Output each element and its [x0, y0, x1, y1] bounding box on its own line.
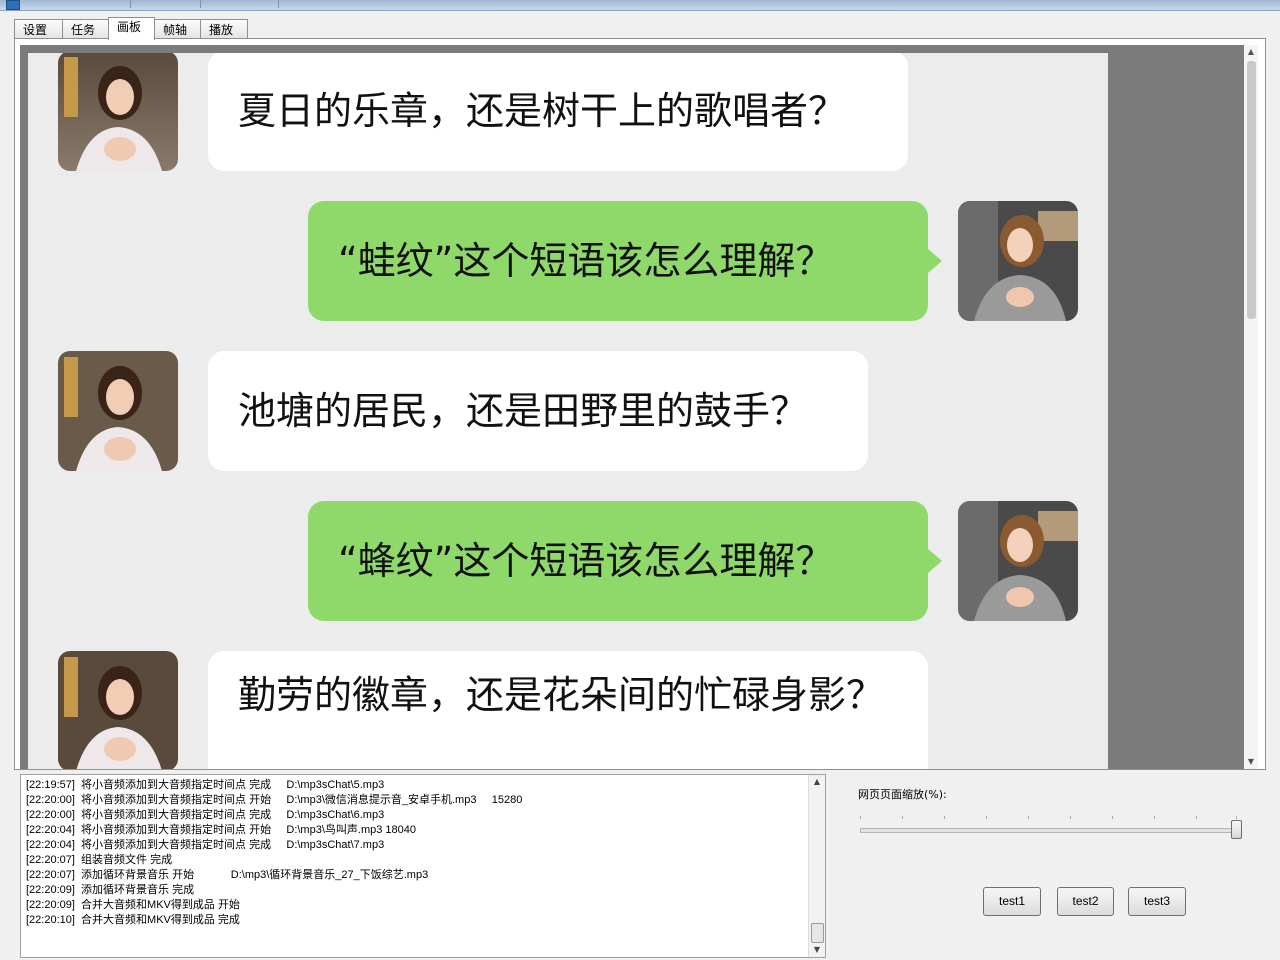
log-line: [22:20:09] 添加循环背景音乐 完成 — [26, 884, 195, 896]
message-bubble: 池塘的居民，还是田野里的鼓手？ — [208, 351, 868, 471]
slider-tick — [1236, 816, 1237, 819]
scrollbar-thumb[interactable] — [811, 923, 824, 943]
test1-button[interactable]: test1 — [983, 887, 1041, 916]
girl-gray-top-avatar — [958, 201, 1078, 321]
titlebar-divider — [278, 0, 279, 8]
web-preview: 夏日的乐章，还是树干上的歌唱者？ “蛙纹”这个短语该怎么理解？ 池塘的居民，还是… — [20, 45, 1244, 769]
slider-handle[interactable] — [1231, 820, 1242, 839]
scroll-down-arrow-icon[interactable]: ▼ — [809, 943, 825, 957]
scrollbar-thumb[interactable] — [1247, 61, 1256, 319]
scroll-down-arrow-icon[interactable]: ▼ — [1244, 755, 1258, 769]
slider-track — [860, 828, 1240, 833]
chat-canvas: 夏日的乐章，还是树干上的歌唱者？ “蛙纹”这个短语该怎么理解？ 池塘的居民，还是… — [28, 53, 1108, 769]
scroll-up-arrow-icon[interactable]: ▲ — [1244, 45, 1258, 59]
log-line: [22:20:07] 添加循环背景音乐 开始 D:\mp3\循环背景音乐_27_… — [26, 869, 429, 881]
slider-tick — [902, 816, 903, 819]
log-scrollbar[interactable]: ▲ ▼ — [808, 775, 825, 957]
slider-tick — [944, 816, 945, 819]
slider-tick — [1196, 816, 1197, 819]
zoom-slider[interactable] — [858, 814, 1242, 844]
log-line: [22:19:57] 将小音频添加到大音频指定时间点 完成 D:\mp3sCha… — [26, 779, 385, 791]
message-text: “蛙纹”这个短语该怎么理解？ — [338, 239, 834, 283]
log-lines: [22:19:57] 将小音频添加到大音频指定时间点 完成 D:\mp3sCha… — [26, 778, 806, 928]
log-line: [22:20:00] 将小音频添加到大音频指定时间点 开始 D:\mp3\微信消… — [26, 794, 523, 806]
message-bubble: 夏日的乐章，还是树干上的歌唱者？ — [208, 53, 908, 171]
scroll-up-arrow-icon[interactable]: ▲ — [809, 775, 825, 789]
slider-tick — [1112, 816, 1113, 819]
slider-tick — [1154, 816, 1155, 819]
girl-white-dress-avatar — [58, 351, 178, 471]
log-line: [22:20:09] 合并大音频和MKV得到成品 开始 — [26, 899, 240, 911]
log-line: [22:20:04] 将小音频添加到大音频指定时间点 完成 D:\mp3sCha… — [26, 839, 385, 851]
preview-scrollbar[interactable]: ▲ ▼ — [1244, 45, 1258, 769]
test2-button[interactable]: test2 — [1057, 887, 1114, 916]
titlebar-divider — [130, 0, 131, 8]
girl-gray-top-avatar — [958, 501, 1078, 621]
tab-settings[interactable]: 设置 — [14, 19, 63, 39]
slider-tick — [1070, 816, 1071, 819]
bubble-tail — [928, 549, 942, 573]
app-icon — [6, 0, 20, 10]
log-line: [22:20:07] 组装音频文件 完成 — [26, 854, 173, 866]
message-bubble: 勤劳的徽章，还是花朵间的忙碌身影？ — [208, 651, 928, 769]
girl-white-dress-avatar — [58, 53, 178, 171]
message-text: 夏日的乐章，还是树干上的歌唱者？ — [238, 89, 847, 133]
message-text: 池塘的居民，还是田野里的鼓手？ — [238, 389, 809, 433]
slider-tick — [986, 816, 987, 819]
log-line: [22:20:04] 将小音频添加到大音频指定时间点 开始 D:\mp3\鸟叫声… — [26, 824, 416, 836]
tab-frame-axis[interactable]: 帧轴 — [154, 19, 201, 39]
log-line: [22:20:10] 合并大音频和MKV得到成品 完成 — [26, 914, 240, 926]
tab-tasks[interactable]: 任务 — [62, 19, 109, 39]
slider-tick — [1028, 816, 1029, 819]
zoom-label: 网页页面缩放(%): — [858, 788, 947, 801]
tab-canvas[interactable]: 画板 — [108, 17, 155, 40]
message-text: “蜂纹”这个短语该怎么理解？ — [338, 539, 834, 583]
bubble-tail — [928, 249, 942, 273]
tab-playback[interactable]: 播放 — [200, 19, 248, 39]
titlebar-divider — [200, 0, 201, 8]
message-bubble: “蜂纹”这个短语该怎么理解？ — [308, 501, 928, 621]
message-bubble: “蛙纹”这个短语该怎么理解？ — [308, 201, 928, 321]
message-text: 勤劳的徽章，还是花朵间的忙碌身影？ — [238, 673, 885, 717]
test3-button[interactable]: test3 — [1128, 887, 1186, 916]
tab-bar: 设置 任务 画板 帧轴 播放 — [14, 17, 248, 40]
window-titlebar — [0, 0, 1280, 11]
slider-tick — [860, 816, 861, 819]
log-output[interactable]: [22:19:57] 将小音频添加到大音频指定时间点 完成 D:\mp3sCha… — [20, 774, 826, 958]
girl-white-dress-avatar — [58, 651, 178, 769]
log-line: [22:20:00] 将小音频添加到大音频指定时间点 完成 D:\mp3sCha… — [26, 809, 385, 821]
